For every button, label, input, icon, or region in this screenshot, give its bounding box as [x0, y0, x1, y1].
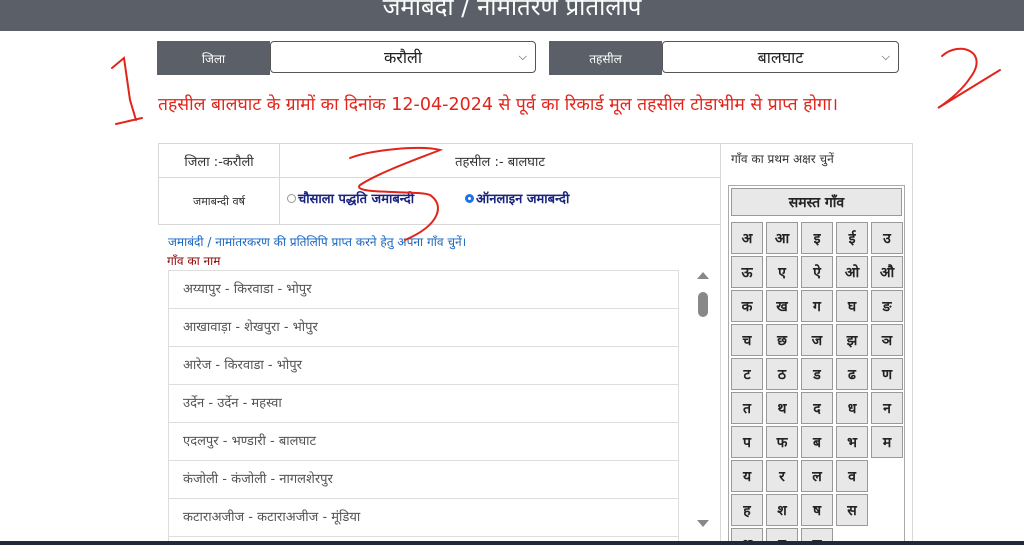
annotation-marker-1 — [111, 56, 143, 125]
annotation-underline-stroke — [349, 147, 444, 241]
annotation-marker-2 — [937, 47, 1001, 109]
bottom-divider — [0, 541, 1024, 545]
handwritten-annotations — [111, 47, 1001, 241]
